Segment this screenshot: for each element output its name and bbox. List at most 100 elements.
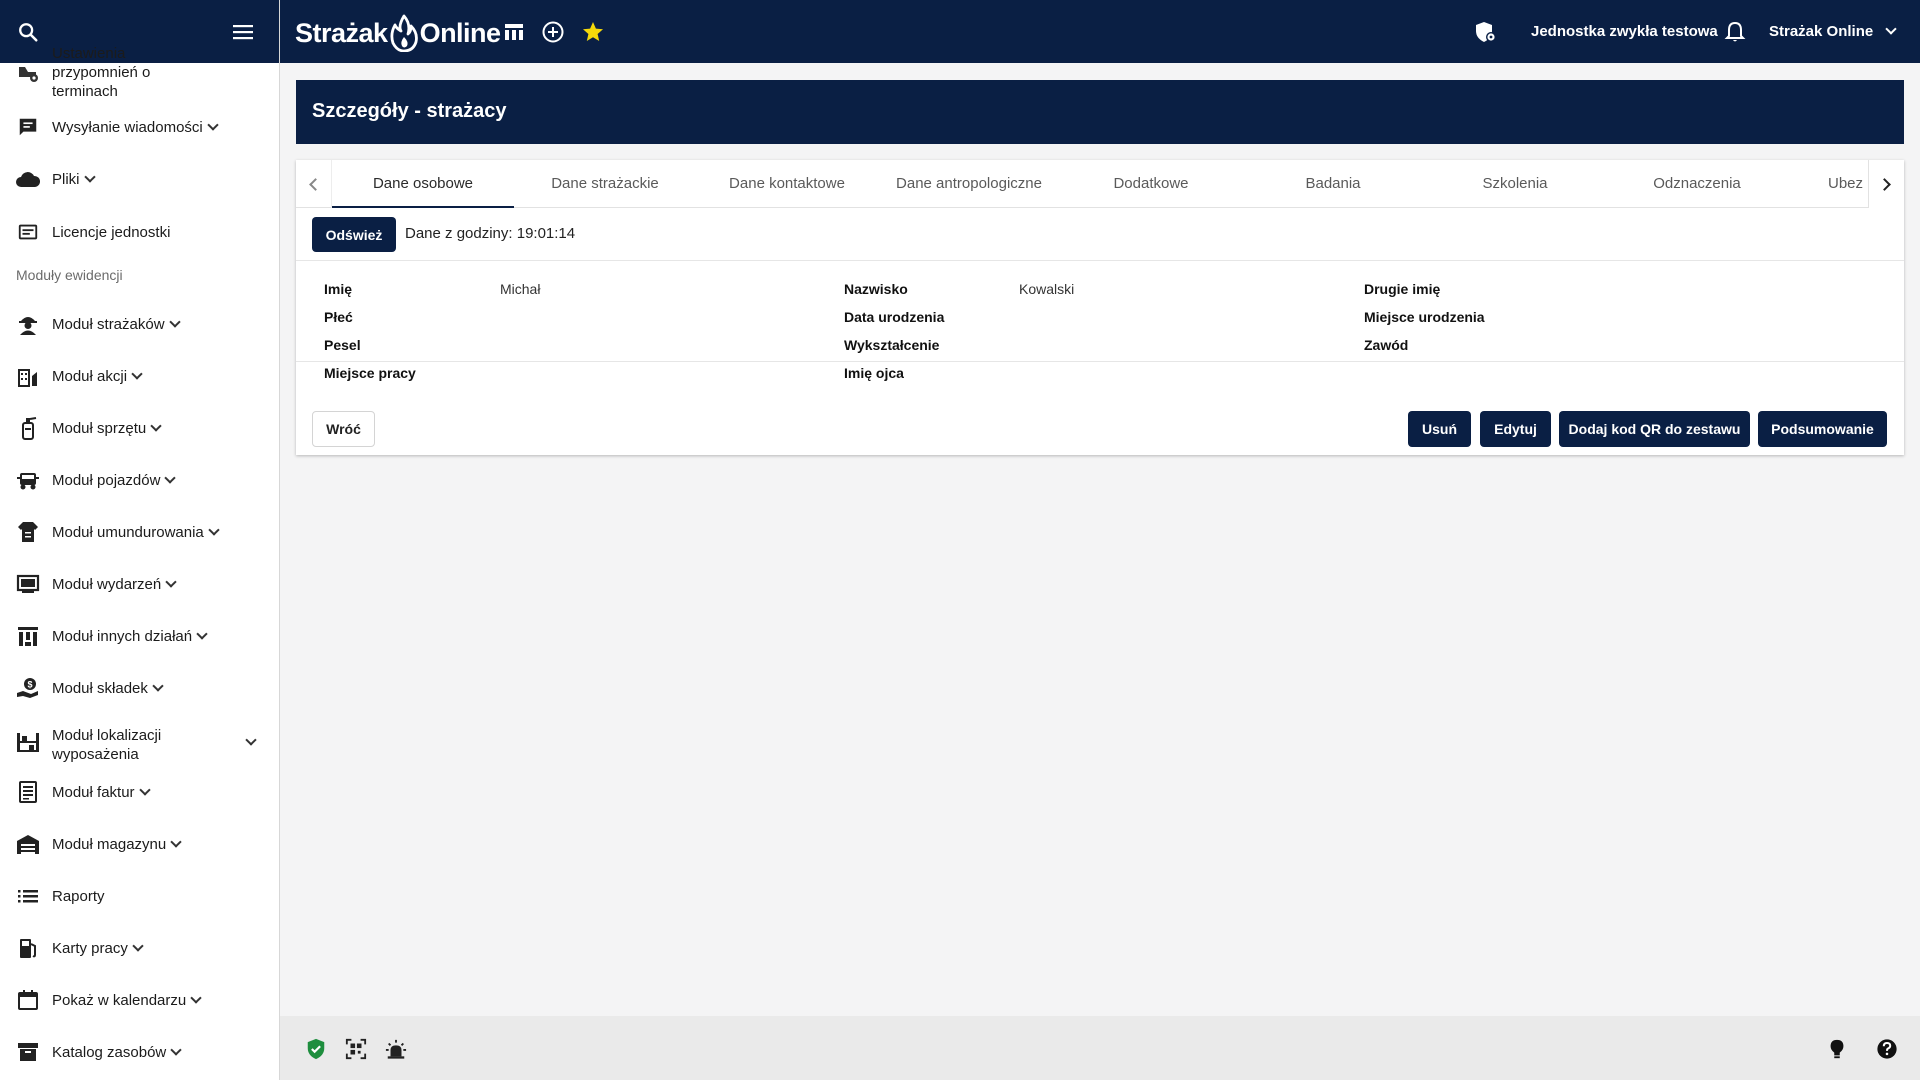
tab-bar: Dane osobowe Dane strażackie Dane kontak… [296, 160, 1904, 208]
archive-icon [15, 1039, 41, 1065]
chevron-down-icon [170, 1043, 182, 1056]
personal-details: Imię Michał Nazwisko Kowalski Drugie imi… [296, 261, 1904, 381]
sidebar-item-licenses[interactable]: Licencje jednostki [0, 212, 279, 252]
field-label-gender: Płeć [324, 309, 353, 325]
top-app-bar: Strażak Online Jednostka zwykła testowa … [280, 0, 1920, 63]
chevron-down-icon [150, 419, 162, 432]
add-circle-icon[interactable] [541, 20, 565, 44]
field-label-first-name: Imię [324, 281, 353, 297]
chevron-down-icon [1885, 23, 1898, 35]
sidebar-item-messages[interactable]: Wysyłanie wiadomości [0, 107, 279, 147]
sidebar-item-equipment-location[interactable]: Moduł lokalizacji wyposażenia [0, 720, 279, 764]
tab-firefighter-data[interactable]: Dane strażackie [514, 160, 696, 208]
hamburger-menu-icon[interactable] [231, 22, 255, 42]
tab-examinations[interactable]: Badania [1242, 160, 1424, 208]
sidebar-item-contributions[interactable]: $ Moduł składek [0, 668, 279, 708]
sidebar-item-reports[interactable]: Raporty [0, 876, 279, 916]
sidebar-item-reminders[interactable]: Ustawienia przypomnień o terminach [0, 45, 279, 100]
money-hand-icon: $ [15, 675, 41, 701]
flame-logo-icon [390, 14, 418, 52]
sidebar-item-resource-catalog[interactable]: Katalog zasobów [0, 1032, 279, 1072]
chevron-down-icon [131, 367, 143, 380]
tab-insurance[interactable]: Ubez [1788, 160, 1868, 208]
star-icon[interactable] [581, 20, 605, 44]
table-view-icon[interactable] [502, 20, 526, 44]
tab-anthropological-data[interactable]: Dane antropologiczne [878, 160, 1060, 208]
edit-button[interactable]: Edytuj [1480, 411, 1551, 447]
sidebar-item-other-activities[interactable]: Moduł innych działań [0, 616, 279, 656]
alarm-settings-icon [15, 59, 41, 85]
alarm-siren-icon[interactable] [385, 1038, 407, 1060]
field-value-first-name: Michał [500, 281, 541, 297]
chevron-left-icon [309, 177, 322, 191]
fire-action-icon [15, 363, 41, 389]
calendar-icon [15, 987, 41, 1013]
lightbulb-icon[interactable] [1826, 1038, 1848, 1060]
chevron-down-icon [83, 170, 96, 183]
sidebar-item-invoices[interactable]: Moduł faktur [0, 772, 279, 812]
field-label-second-name: Drugie imię [1364, 281, 1441, 297]
sidebar-item-files[interactable]: Pliki [0, 159, 279, 199]
tab-decorations[interactable]: Odznaczenia [1606, 160, 1788, 208]
chevron-down-icon [170, 835, 182, 848]
summary-button[interactable]: Podsumowanie [1758, 411, 1887, 447]
verified-shield-icon[interactable] [305, 1038, 327, 1060]
field-label-profession: Zawód [1364, 337, 1409, 353]
tab-trainings[interactable]: Szkolenia [1424, 160, 1606, 208]
sidebar-item-uniforms[interactable]: Moduł umundurowania [0, 512, 279, 552]
add-qr-button[interactable]: Dodaj kod QR do zestawu [1559, 411, 1750, 447]
chevron-down-icon [152, 679, 164, 692]
page-title: Szczegóły - strażacy [312, 100, 507, 122]
firefighter-icon [15, 311, 41, 337]
brand-logo[interactable]: Strażak Online [295, 14, 501, 52]
unit-name[interactable]: Jednostka zwykła testowa [1531, 23, 1718, 40]
sidebar-item-equipment[interactable]: Moduł sprzętu [0, 408, 279, 448]
back-button[interactable]: Wróć [312, 411, 375, 447]
help-icon[interactable] [1876, 1038, 1898, 1060]
chevron-down-icon [168, 315, 181, 328]
section-label-modules: Moduły ewidencji [16, 267, 123, 283]
chevron-down-icon [245, 734, 257, 746]
invoice-icon [15, 779, 41, 805]
details-card: Dane osobowe Dane strażackie Dane kontak… [296, 160, 1904, 455]
chevron-right-icon [1878, 177, 1891, 191]
refresh-button[interactable]: Odśwież [312, 217, 396, 252]
chevron-down-icon [138, 783, 151, 796]
field-label-birth-date: Data urodzenia [844, 309, 945, 325]
field-label-workplace: Miejsce pracy [324, 365, 416, 381]
tab-scroll-left[interactable] [296, 160, 332, 208]
search-icon[interactable] [17, 21, 39, 43]
extinguisher-icon [15, 415, 41, 441]
license-icon [15, 219, 41, 245]
field-label-pesel: Pesel [324, 337, 361, 353]
chevron-down-icon [165, 575, 177, 588]
sidebar-item-events[interactable]: Moduł wydarzeń [0, 564, 279, 604]
list-icon [15, 883, 41, 909]
chevron-down-icon [164, 471, 177, 484]
sidebar-item-calendar[interactable]: Pokaż w kalendarzu [0, 980, 279, 1020]
sidebar-item-work-cards[interactable]: Karty pracy [0, 928, 279, 968]
field-label-father-name: Imię ojca [844, 365, 904, 381]
security-shield-icon[interactable] [1473, 20, 1497, 44]
delete-button[interactable]: Usuń [1408, 411, 1471, 447]
user-menu[interactable]: Strażak Online [1769, 23, 1898, 40]
qr-scan-icon[interactable] [345, 1038, 367, 1060]
fire-truck-icon [15, 467, 41, 493]
tab-scroll-right[interactable] [1868, 160, 1904, 208]
sidebar-item-actions[interactable]: Moduł akcji [0, 356, 279, 396]
bell-icon[interactable] [1723, 20, 1747, 44]
tab-contact-data[interactable]: Dane kontaktowe [696, 160, 878, 208]
sidebar: Ustawienia przypomnień o terminach Wysył… [0, 0, 280, 1080]
page-title-bar: Szczegóły - strażacy [296, 80, 1904, 144]
message-icon [15, 114, 41, 140]
cloud-icon [15, 166, 41, 192]
sidebar-item-vehicles[interactable]: Moduł pojazdów [0, 460, 279, 500]
tab-personal-data[interactable]: Dane osobowe [332, 160, 514, 208]
field-label-last-name: Nazwisko [844, 281, 908, 297]
chevron-down-icon [190, 991, 202, 1004]
fuel-card-icon [15, 935, 41, 961]
data-timestamp: Dane z godziny: 19:01:14 [405, 225, 576, 242]
sidebar-item-warehouse[interactable]: Moduł magazynu [0, 824, 279, 864]
sidebar-item-firefighters[interactable]: Moduł strażaków [0, 304, 279, 344]
tab-additional[interactable]: Dodatkowe [1060, 160, 1242, 208]
